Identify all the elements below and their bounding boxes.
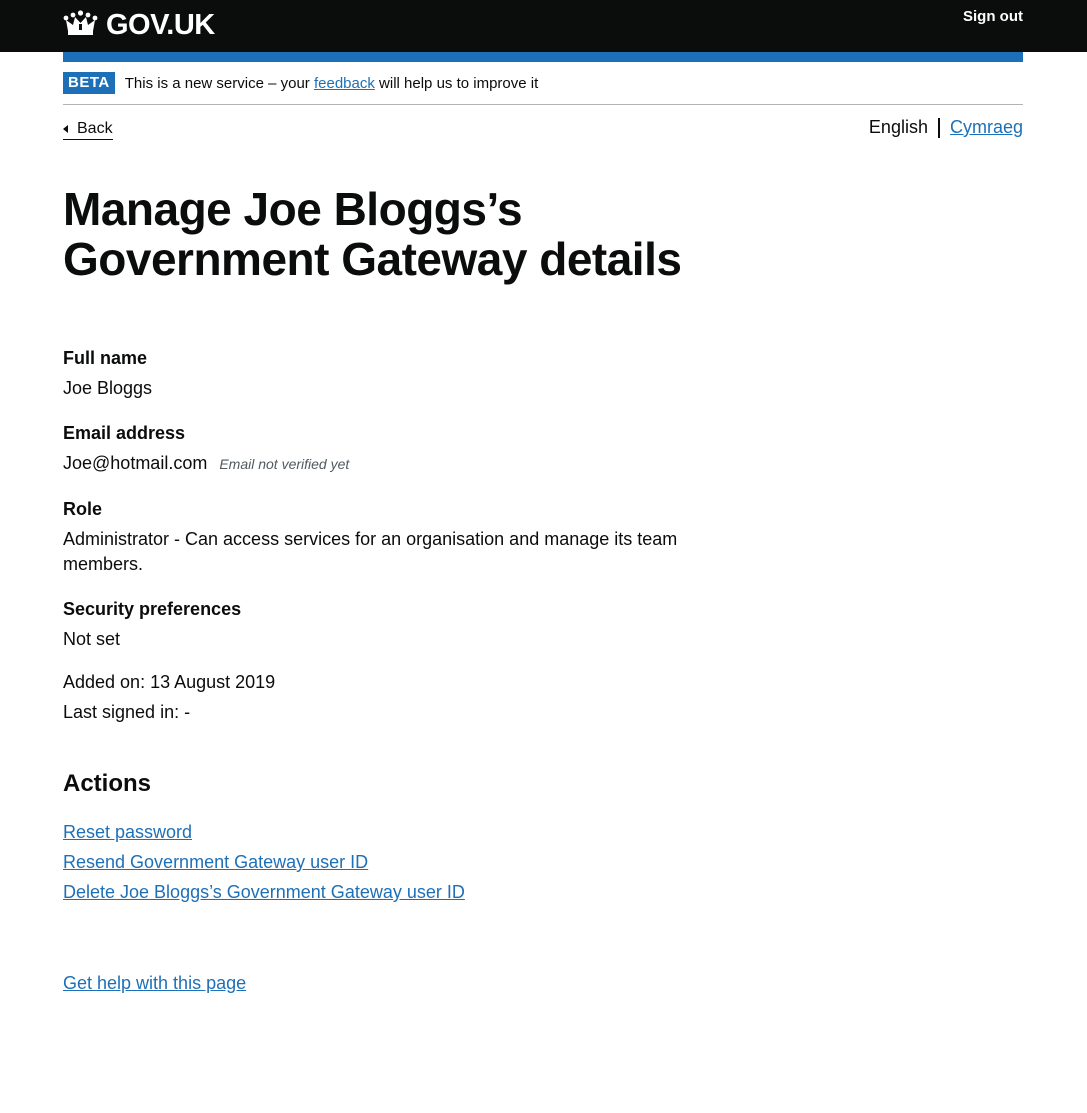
role-label: Role [63,499,103,519]
email-row: Joe@hotmail.com Email not verified yet [63,451,703,477]
page-title: Manage Joe Bloggs’s Government Gateway d… [63,183,682,285]
email-label: Email address [63,423,186,443]
email-section: Email address Joe@hotmail.com Email not v… [63,421,1023,477]
crown-icon [63,10,98,35]
meta-section: Added on: 13 August 2019 Last signed in:… [63,667,1023,727]
reset-password-link[interactable]: Reset password [63,817,1023,847]
security-label: Security preferences [63,599,242,619]
help-section: Get help with this page [63,973,1023,994]
sign-out-link[interactable]: Sign out [963,8,1023,25]
actions-list: Reset password Resend Government Gateway… [63,817,1023,907]
language-cymraeg-link[interactable]: Cymraeg [950,117,1023,138]
language-switcher: English Cymraeg [869,117,1023,138]
role-section: Role Administrator - Can access services… [63,497,1023,577]
full-name-section: Full name Joe Bloggs [63,346,1023,401]
get-help-link[interactable]: Get help with this page [63,973,246,994]
language-divider [937,117,940,138]
resend-user-id-link[interactable]: Resend Government Gateway user ID [63,847,1023,877]
actions-section: Actions Reset password Resend Government… [63,769,1023,907]
full-name-value: Joe Bloggs [63,378,153,398]
header-blue-bar [63,52,1023,62]
full-name-label: Full name [63,348,148,368]
security-value: Not set [63,629,121,649]
language-current: English [868,117,928,137]
beta-tag: BETA [63,72,115,94]
phase-banner-text: This is a new service – your feedback wi… [125,75,539,92]
nav-row: Back English Cymraeg [63,105,1023,143]
email-not-verified-hint: Email not verified yet [219,456,350,472]
role-value: Administrator - Can access services for … [63,529,678,574]
feedback-link[interactable]: feedback [314,75,375,92]
last-signed-in: Last signed in: - [63,702,191,722]
logo-text: GOV.UK [106,9,215,41]
main-content: Manage Joe Bloggs’s Government Gateway d… [63,184,1023,994]
phase-text-after: will help us to improve it [374,74,539,92]
back-link[interactable]: Back [63,119,113,140]
email-value: Joe@hotmail.com [63,453,208,473]
phase-text-before: This is a new service – your [124,74,314,92]
delete-user-id-link[interactable]: Delete Joe Bloggs’s Government Gateway u… [63,877,1023,907]
added-on: Added on: 13 August 2019 [63,672,276,692]
security-section: Security preferences Not set [63,597,1023,652]
govuk-logo-link[interactable]: GOV.UK [63,9,215,41]
actions-heading: Actions [63,770,152,797]
phase-banner: BETA This is a new service – your feedba… [63,62,1023,105]
site-header: GOV.UK Sign out [0,0,1087,52]
